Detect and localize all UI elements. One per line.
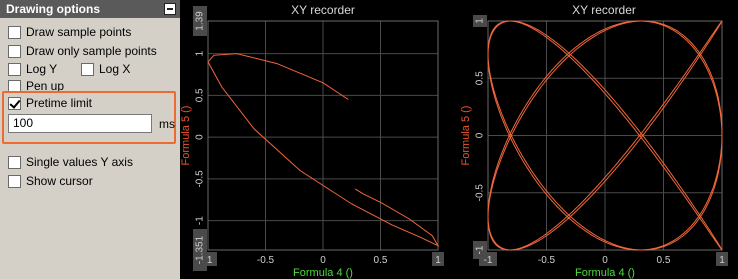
panel-title: Drawing options: [0, 0, 180, 18]
chart2-y-tick-label: -1: [475, 245, 486, 254]
chart2-y-tick-label: 1: [475, 18, 486, 24]
chart1-x-tick-label: 1: [435, 255, 441, 266]
log-x-option[interactable]: Log X: [81, 62, 130, 76]
chart2-y-tick-label: 0.5: [475, 71, 486, 85]
chart1-x-tick-label: -0.5: [257, 255, 275, 266]
draw-only-sample-points-option[interactable]: Draw only sample points: [8, 44, 157, 58]
single-values-y-axis-checkbox[interactable]: [8, 155, 21, 169]
pretime-limit-option[interactable]: Pretime limit: [8, 96, 92, 110]
chart1-y-tick-label: 1: [195, 50, 206, 56]
pretime-value-input[interactable]: 100: [8, 114, 152, 133]
chart1-x-tick-label: 0.5: [374, 255, 388, 266]
log-y-checkbox[interactable]: [8, 62, 21, 76]
chart1-y-tick-label: 0: [195, 134, 206, 140]
chart2-x-tick-label: 0: [602, 255, 608, 266]
draw-sample-points-option[interactable]: Draw sample points: [8, 25, 131, 39]
pretime-unit-label: ms: [159, 117, 175, 131]
chart2-y-tick-label: -0.5: [475, 184, 486, 202]
show-cursor-option[interactable]: Show cursor: [8, 174, 93, 188]
chart1-y-tick-label: -1.351: [195, 235, 206, 264]
chart2-x-axis-label: Formula 4 (): [575, 267, 635, 279]
chart1-y-tick-label: -0.5: [195, 170, 206, 188]
log-y-label: Log Y: [26, 62, 58, 76]
chart1-y-tick-label: -1: [195, 216, 206, 225]
chart1-y-axis-label: Formula 5 (): [180, 106, 192, 166]
log-y-option[interactable]: Log Y: [8, 62, 57, 76]
chart2-x-tick-label: -0.5: [538, 255, 556, 266]
show-cursor-label: Show cursor: [26, 174, 93, 188]
log-x-label: Log X: [99, 62, 131, 76]
single-values-y-axis-option[interactable]: Single values Y axis: [8, 155, 133, 169]
chart1-y-tick-label: 0.5: [195, 88, 206, 102]
pretime-limit-checkbox[interactable]: [8, 96, 21, 110]
chart1-y-tick-label: 1.39: [195, 11, 206, 31]
draw-only-sample-points-checkbox[interactable]: [8, 44, 21, 58]
drawing-options-panel: Drawing options Draw sample points Draw …: [0, 0, 180, 279]
chart1-x-axis-label: Formula 4 (): [293, 267, 353, 279]
chart1-xy-recorder[interactable]: -1 -0.5 0 0.5 11.3910.50-0.5-1-1.351Formula …: [180, 0, 446, 279]
log-x-checkbox[interactable]: [81, 62, 94, 76]
chart2-x-tick-label: 0.5: [657, 255, 671, 266]
collapse-icon[interactable]: [164, 3, 176, 15]
chart2-y-tick-label: 0: [475, 132, 486, 138]
chart1-x-tick-label: 0: [320, 255, 326, 266]
draw-sample-points-checkbox[interactable]: [8, 25, 21, 39]
draw-sample-points-label: Draw sample points: [26, 25, 132, 39]
chart2-x-tick-label: 1: [719, 255, 725, 266]
chart2-y-axis-label: Formula 5 (): [460, 106, 472, 166]
draw-only-sample-points-label: Draw only sample points: [26, 44, 157, 58]
chart2-xy-recorder[interactable]: -1 -0.5 0 0.5 110.50-0.5-1Formula 4 ()Formul…: [460, 0, 738, 279]
pretime-limit-label: Pretime limit: [26, 96, 93, 110]
single-values-y-axis-label: Single values Y axis: [26, 155, 133, 169]
show-cursor-checkbox[interactable]: [8, 174, 21, 188]
